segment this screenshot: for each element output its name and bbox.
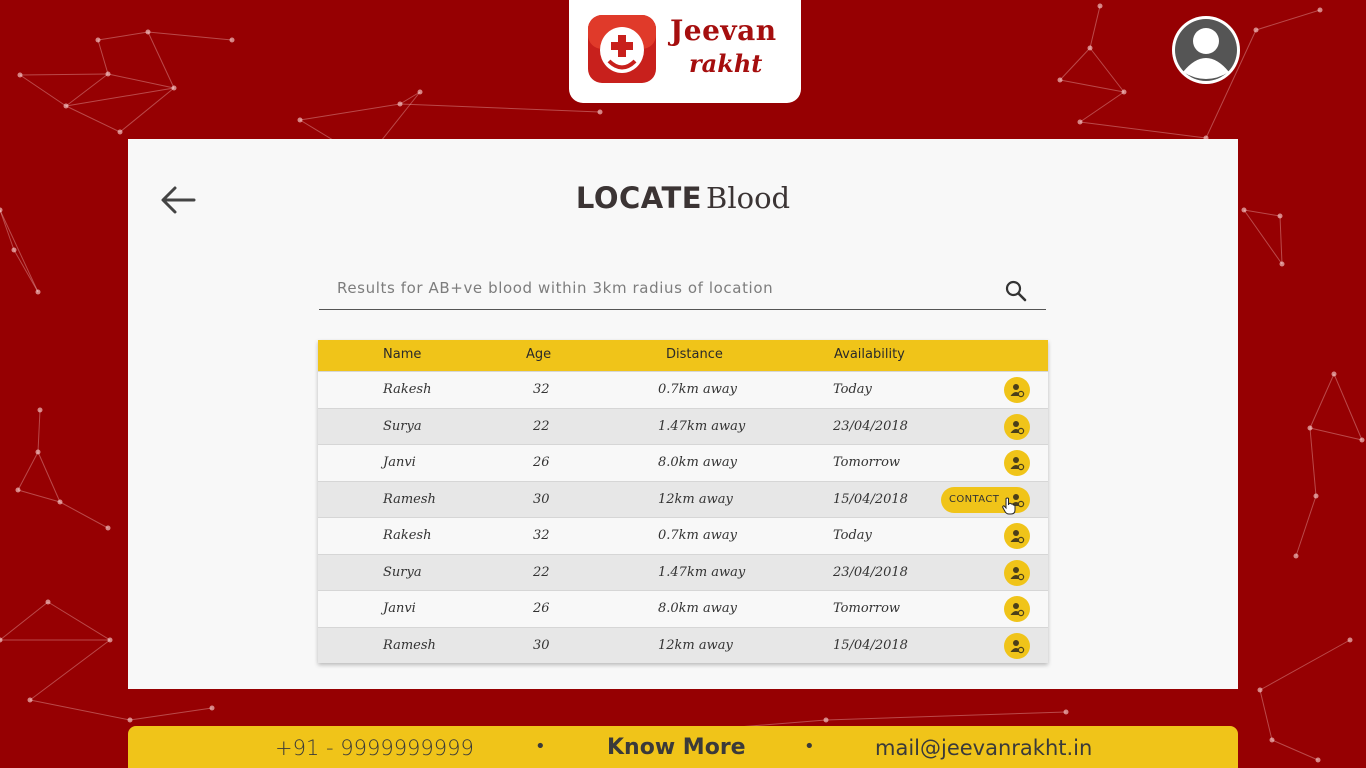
know-more-link[interactable]: Know More <box>607 735 746 760</box>
brand-name-line1: Jeevan <box>670 14 777 47</box>
donor-availability: Tomorrow <box>833 601 901 616</box>
donor-distance: 1.47km away <box>658 418 746 434</box>
table-header: Name Age Distance Availability <box>318 340 1048 371</box>
person-pin-icon <box>1010 384 1025 398</box>
column-header-availability: Availability <box>834 347 905 362</box>
donor-distance: 1.47km away <box>658 564 746 580</box>
locate-blood-panel: LOCATEBlood Name Age Distance Availabili… <box>128 139 1238 689</box>
donor-distance: 12km away <box>658 491 733 507</box>
donor-age: 22 <box>533 564 550 580</box>
footer-phone[interactable]: +91 - 9999999999 <box>275 736 474 760</box>
donor-availability: Today <box>833 528 872 543</box>
person-pin-icon <box>1010 457 1025 471</box>
contact-button[interactable] <box>1004 377 1030 403</box>
donor-age: 30 <box>533 491 550 507</box>
search-bar <box>319 269 1046 310</box>
page-title: LOCATE Blood <box>128 181 1238 215</box>
column-header-distance: Distance <box>666 347 723 362</box>
page-title-light: Blood <box>706 181 791 215</box>
table-row[interactable]: Rakesh 32 0.7km away Today <box>318 371 1048 408</box>
footer-bar: +91 - 9999999999 • Know More • mail@jeev… <box>128 726 1238 768</box>
donor-results-table: Name Age Distance Availability Rakesh 32 0… <box>318 340 1048 663</box>
table-row[interactable]: Janvi 26 8.0km away Tomorrow <box>318 590 1048 627</box>
footer-separator: • <box>535 736 546 757</box>
contact-button[interactable] <box>1004 450 1030 476</box>
table-row[interactable]: Surya 22 1.47km away 23/04/2018 <box>318 553 1048 590</box>
table-row[interactable]: Rakesh 32 0.7km away Today <box>318 517 1048 554</box>
donor-distance: 8.0km away <box>658 455 737 470</box>
search-icon[interactable] <box>1004 279 1028 303</box>
blood-drop-logo-icon <box>588 15 656 83</box>
donor-availability: 23/04/2018 <box>833 564 908 580</box>
brand-name-line2: rakht <box>689 49 763 78</box>
donor-name: Ramesh <box>383 491 436 507</box>
footer-separator: • <box>804 736 815 757</box>
donor-availability: 23/04/2018 <box>833 418 908 434</box>
donor-availability: Today <box>833 382 872 397</box>
donor-name: Rakesh <box>383 528 432 543</box>
brand-logo[interactable]: Jeevan rakht <box>569 0 801 103</box>
donor-availability: 15/04/2018 <box>833 491 908 507</box>
person-pin-icon <box>1010 530 1025 544</box>
person-pin-icon <box>1010 420 1025 434</box>
footer-email[interactable]: mail@jeevanrakht.in <box>875 736 1092 760</box>
contact-button[interactable] <box>1004 523 1030 549</box>
donor-age: 26 <box>533 601 550 616</box>
donor-age: 26 <box>533 455 550 470</box>
table-row[interactable]: Ramesh 30 12km away 15/04/2018 <box>318 626 1048 663</box>
donor-distance: 8.0km away <box>658 601 737 616</box>
search-input[interactable] <box>319 269 999 307</box>
donor-name: Rakesh <box>383 382 432 397</box>
table-body: Rakesh 32 0.7km away Today Surya 22 1.47km awa… <box>318 371 1048 663</box>
donor-distance: 0.7km away <box>658 528 737 543</box>
donor-name: Janvi <box>383 601 416 616</box>
donor-distance: 12km away <box>658 637 733 653</box>
person-pin-icon <box>1010 566 1025 580</box>
person-pin-icon <box>1010 639 1025 653</box>
donor-age: 32 <box>533 528 550 543</box>
table-row[interactable]: Ramesh 30 12km away 15/04/2018 CONTACT <box>318 480 1048 517</box>
donor-name: Surya <box>383 418 422 434</box>
donor-age: 32 <box>533 382 550 397</box>
table-row[interactable]: Surya 22 1.47km away 23/04/2018 <box>318 407 1048 444</box>
person-pin-icon <box>1010 603 1025 617</box>
donor-age: 22 <box>533 418 550 434</box>
column-header-name: Name <box>383 347 422 362</box>
contact-button[interactable]: CONTACT <box>941 486 1030 514</box>
table-row[interactable]: Janvi 26 8.0km away Tomorrow <box>318 444 1048 481</box>
donor-age: 30 <box>533 637 550 653</box>
user-avatar-icon[interactable] <box>1172 16 1240 84</box>
contact-button[interactable] <box>1004 559 1030 586</box>
contact-button[interactable] <box>1004 632 1030 659</box>
page-title-strong: LOCATE <box>575 181 703 215</box>
donor-name: Surya <box>383 564 422 580</box>
contact-button[interactable] <box>1004 596 1030 622</box>
contact-button[interactable] <box>1004 413 1030 440</box>
hand-cursor-icon <box>1002 497 1016 514</box>
donor-availability: 15/04/2018 <box>833 637 908 653</box>
contact-button-label: CONTACT <box>949 493 1000 505</box>
donor-distance: 0.7km away <box>658 382 737 397</box>
donor-name: Ramesh <box>383 637 436 653</box>
donor-name: Janvi <box>383 455 416 470</box>
donor-availability: Tomorrow <box>833 455 901 470</box>
column-header-age: Age <box>526 347 552 362</box>
